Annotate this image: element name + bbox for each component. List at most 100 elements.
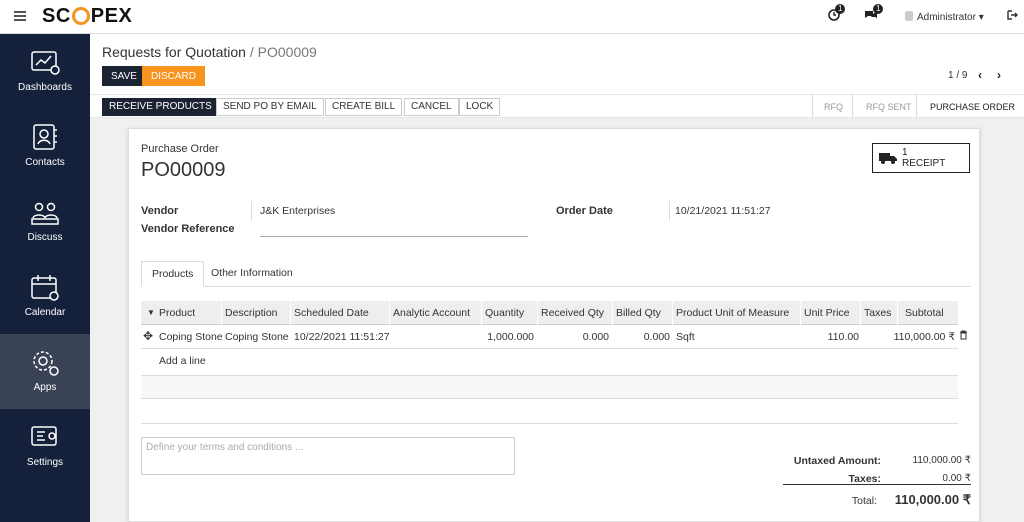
column-divider: [290, 301, 291, 325]
pager-value[interactable]: 1 / 9: [948, 70, 967, 81]
sidebar-item-label: Dashboards: [18, 82, 72, 93]
send-po-by-email-button[interactable]: SEND PO BY EMAIL: [216, 98, 324, 116]
vendor-reference-label: Vendor Reference: [141, 223, 235, 235]
sidebar: Dashboards Contacts Discuss Calendar App…: [0, 34, 90, 522]
caret-down-icon[interactable]: ▼: [147, 308, 155, 317]
chevron-right-icon[interactable]: ›: [997, 68, 1001, 82]
menu-icon[interactable]: [14, 11, 26, 21]
create-bill-button[interactable]: CREATE BILL: [325, 98, 403, 116]
stage-rfq[interactable]: RFQ: [824, 102, 843, 112]
total-value: 110,000.00 ₹: [894, 492, 971, 507]
trash-icon[interactable]: [959, 330, 968, 343]
field-divider: [669, 201, 670, 221]
untaxed-amount-value: 110,000.00 ₹: [912, 455, 971, 466]
top-navbar: SC PEX 1 1 Administrator ▾: [0, 0, 1024, 34]
col-quantity[interactable]: Quantity: [485, 307, 524, 319]
breadcrumb: Requests for Quotation / PO00009: [102, 44, 317, 60]
col-billed-qty[interactable]: Billed Qty: [616, 307, 661, 319]
sidebar-item-discuss[interactable]: Discuss: [0, 184, 90, 259]
discard-button[interactable]: DISCARD: [142, 66, 206, 86]
vendor-field[interactable]: J&K Enterprises: [260, 205, 335, 217]
stage-rfq-sent[interactable]: RFQ SENT: [866, 102, 912, 112]
document-type-label: Purchase Order: [141, 143, 219, 155]
cell-billed-qty[interactable]: 0.000: [616, 331, 670, 343]
activity-icon[interactable]: 1: [828, 4, 846, 24]
lock-button[interactable]: LOCK: [459, 98, 501, 116]
sidebar-item-label: Contacts: [25, 157, 65, 168]
calendar-icon: [31, 275, 59, 301]
col-analytic-account[interactable]: Analytic Account: [393, 307, 470, 319]
logo-o-mark: [71, 7, 90, 25]
cell-product[interactable]: Coping Stone: [159, 331, 223, 343]
user-menu[interactable]: Administrator ▾: [905, 11, 984, 23]
vendor-reference-field[interactable]: [260, 221, 528, 237]
notebook-tabs: Products Other Information: [141, 261, 971, 287]
breadcrumb-current: PO00009: [257, 44, 317, 60]
cell-unit-price[interactable]: 110.00: [804, 331, 859, 343]
truck-icon: [879, 153, 897, 164]
col-received-qty[interactable]: Received Qty: [541, 307, 604, 319]
column-divider: [672, 301, 673, 325]
logo-text-left: SC: [42, 5, 71, 27]
logo-text-right: PEX: [90, 5, 133, 27]
document-name: PO00009: [141, 159, 226, 181]
sidebar-item-apps[interactable]: Apps: [0, 334, 90, 409]
chevron-down-icon: ▾: [978, 12, 984, 23]
drag-handle-icon[interactable]: ✥: [143, 329, 153, 343]
breadcrumb-parent[interactable]: Requests for Quotation: [102, 44, 246, 60]
col-taxes[interactable]: Taxes: [864, 307, 891, 319]
avatar: [905, 11, 913, 21]
table-row[interactable]: ✥ Coping Stone Coping Stone 10/22/2021 1…: [141, 325, 967, 349]
untaxed-amount-label: Untaxed Amount:: [793, 455, 881, 467]
chevron-left-icon[interactable]: ‹: [978, 68, 982, 82]
cancel-button[interactable]: CANCEL: [404, 98, 459, 116]
col-product[interactable]: Product: [159, 307, 195, 319]
apps-icon: [33, 351, 59, 376]
receipt-smart-button[interactable]: 1 RECEIPT: [872, 143, 970, 173]
cell-description[interactable]: Coping Stone: [225, 331, 289, 343]
add-line-link[interactable]: Add a line: [159, 355, 206, 367]
sidebar-item-settings[interactable]: Settings: [0, 409, 90, 484]
brand-logo[interactable]: SC PEX: [42, 5, 132, 28]
column-divider: [612, 301, 613, 325]
cell-scheduled-date[interactable]: 10/22/2021 11:51:27: [294, 331, 390, 343]
sidebar-item-label: Discuss: [27, 232, 63, 243]
receipt-label: RECEIPT: [902, 158, 946, 169]
sidebar-item-label: Calendar: [24, 307, 66, 318]
terms-textarea[interactable]: Define your terms and conditions ...: [141, 437, 515, 475]
activity-badge: 1: [835, 4, 846, 14]
row-divider: [141, 423, 958, 424]
cell-uom[interactable]: Sqft: [676, 331, 695, 343]
cell-quantity[interactable]: 1,000.000: [481, 331, 534, 343]
receive-products-button[interactable]: RECEIVE PRODUCTS: [102, 98, 219, 116]
col-unit-price[interactable]: Unit Price: [804, 307, 850, 319]
empty-row: [141, 375, 958, 399]
column-divider: [860, 301, 861, 325]
col-subtotal[interactable]: Subtotal: [905, 307, 944, 319]
column-divider: [897, 301, 898, 325]
contacts-icon: [33, 124, 57, 150]
cell-received-qty[interactable]: 0.000: [541, 331, 609, 343]
sidebar-item-calendar[interactable]: Calendar: [0, 259, 90, 334]
cell-subtotal[interactable]: 110,000.00 ₹: [889, 331, 955, 343]
messages-icon[interactable]: 1: [864, 4, 884, 24]
main-content: Requests for Quotation / PO00009 SAVE DI…: [90, 34, 1024, 522]
sidebar-item-label: Apps: [33, 382, 57, 393]
order-date-field[interactable]: 10/21/2021 11:51:27: [675, 205, 771, 217]
save-button[interactable]: SAVE: [102, 66, 146, 86]
logout-icon[interactable]: [1007, 10, 1018, 23]
sidebar-item-contacts[interactable]: Contacts: [0, 109, 90, 184]
tab-other-information[interactable]: Other Information: [201, 261, 303, 287]
stage-purchase-order[interactable]: PURCHASE ORDER: [930, 102, 1015, 112]
column-divider: [481, 301, 482, 325]
tab-products[interactable]: Products: [141, 261, 205, 287]
messages-badge: 1: [873, 4, 884, 14]
settings-icon: [31, 426, 57, 446]
column-divider: [537, 301, 538, 325]
order-date-label: Order Date: [556, 205, 613, 217]
col-scheduled-date[interactable]: Scheduled Date: [294, 307, 369, 319]
sidebar-item-dashboards[interactable]: Dashboards: [0, 34, 90, 109]
col-uom[interactable]: Product Unit of Measure: [676, 307, 789, 319]
user-name: Administrator: [917, 12, 976, 23]
col-description[interactable]: Description: [225, 307, 278, 319]
